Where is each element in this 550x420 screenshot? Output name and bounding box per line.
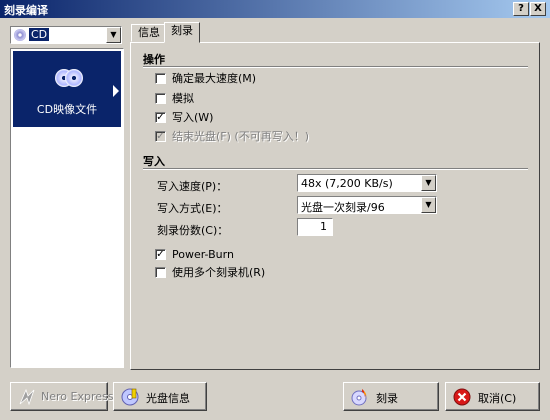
- burn-disc-icon: [351, 389, 367, 406]
- burn-label: 刻录: [376, 392, 398, 405]
- disc-info-button[interactable]: 光盘信息: [113, 382, 207, 411]
- copies-label: 刻录份数(C)：: [157, 224, 229, 237]
- simulate-label: 模拟: [172, 92, 194, 105]
- tab-info[interactable]: 信息: [131, 24, 167, 42]
- checkbox-unchecked-icon: [155, 73, 166, 84]
- recorder-item-label: CD映像文件: [36, 103, 98, 116]
- tab-burn[interactable]: 刻录: [164, 22, 200, 43]
- divider: [143, 66, 528, 68]
- title-bar: 刻录编译 ? X: [0, 0, 550, 18]
- finalize-disc-label: 结束光盘(F) (不可再写入！): [172, 130, 309, 143]
- checkbox-checked-icon: ✓: [155, 131, 166, 142]
- recorder-item-cd-image[interactable]: CD映像文件: [13, 51, 121, 127]
- help-button[interactable]: ?: [513, 2, 529, 16]
- drive-select-value: CD: [29, 28, 50, 41]
- write-speed-label: 写入速度(P)：: [157, 180, 228, 193]
- power-burn-label: Power-Burn: [172, 248, 234, 261]
- multi-recorder-label: 使用多个刻录机(R): [172, 266, 266, 279]
- write-section-title: 写入: [143, 155, 165, 168]
- burn-button[interactable]: 刻录: [343, 382, 439, 411]
- checkbox-checked-icon: ✓: [155, 249, 166, 260]
- write-speed-value: 48x (7,200 KB/s): [301, 177, 393, 190]
- drive-select[interactable]: CD ▼: [10, 26, 122, 44]
- max-speed-label: 确定最大速度(M): [172, 72, 257, 85]
- disc-info-label: 光盘信息: [146, 392, 190, 405]
- write-method-value: 光盘一次刻录/96: [301, 201, 385, 214]
- cd-drive-icon: [14, 29, 26, 41]
- window-title: 刻录编译: [4, 4, 48, 17]
- arrow-right-icon: [113, 85, 119, 97]
- copies-input[interactable]: 1: [297, 218, 333, 236]
- recorder-list: CD映像文件: [10, 48, 124, 368]
- nero-express-button: Nero Express(X): [10, 382, 130, 411]
- operations-section-title: 操作: [143, 53, 165, 66]
- write-speed-select[interactable]: 48x (7,200 KB/s) ▼: [297, 174, 437, 192]
- checkbox-checked-icon: ✓: [155, 112, 166, 123]
- nero-logo-icon: [19, 388, 35, 406]
- cancel-icon: [453, 388, 471, 406]
- cd-image-icon: [55, 69, 85, 89]
- checkbox-unchecked-icon: [155, 267, 166, 278]
- write-method-select[interactable]: 光盘一次刻录/96 ▼: [297, 196, 437, 214]
- checkbox-unchecked-icon: [155, 93, 166, 104]
- cancel-label: 取消(C): [478, 392, 517, 405]
- divider: [143, 168, 528, 170]
- chevron-down-icon[interactable]: ▼: [106, 27, 121, 43]
- chevron-down-icon[interactable]: ▼: [421, 175, 436, 191]
- chevron-down-icon[interactable]: ▼: [421, 197, 436, 213]
- write-method-label: 写入方式(E)：: [157, 202, 228, 215]
- cancel-button[interactable]: 取消(C): [445, 382, 540, 411]
- write-label: 写入(W): [172, 111, 214, 124]
- disc-info-icon: [121, 388, 139, 406]
- close-button[interactable]: X: [530, 2, 546, 16]
